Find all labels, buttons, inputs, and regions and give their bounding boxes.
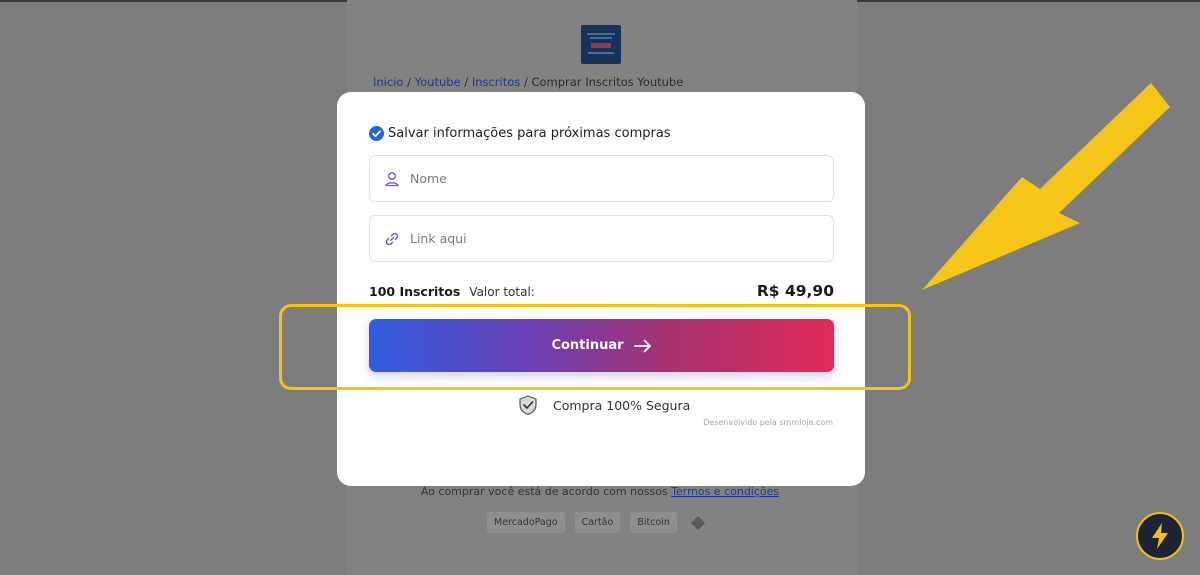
total-label: Valor total: <box>469 285 535 299</box>
quantity-label: 100 Inscritos <box>369 284 461 299</box>
link-icon <box>385 232 399 245</box>
lightning-bolt-icon <box>1152 523 1168 549</box>
payment-cartao: Cartão <box>574 512 621 533</box>
order-summary: 100 Inscritos Valor total: R$ 49,90 <box>369 282 834 300</box>
highlight-box <box>279 304 911 390</box>
developer-credit: Desenvolvido pela smmloja.com <box>703 418 833 427</box>
floating-action-button[interactable] <box>1136 512 1184 560</box>
link-input[interactable] <box>410 231 810 246</box>
terms-link[interactable]: Termos e condições <box>671 485 779 498</box>
secure-label: Compra 100% Segura <box>553 397 691 413</box>
save-info-checkbox[interactable]: Salvar informações para próximas compras <box>369 126 671 141</box>
check-circle-icon[interactable] <box>369 126 384 141</box>
name-input[interactable] <box>410 171 810 186</box>
breadcrumb-link-inicio[interactable]: Inicio <box>373 75 403 89</box>
total-price: R$ 49,90 <box>756 282 834 300</box>
payment-mercadopago: MercadoPago <box>487 512 565 533</box>
shield-check-icon <box>519 395 537 416</box>
payment-methods: MercadoPago Cartão Bitcoin <box>487 512 705 533</box>
name-field[interactable] <box>369 155 834 202</box>
payment-bitcoin: Bitcoin <box>630 512 677 533</box>
breadcrumb-link-youtube[interactable]: Youtube <box>415 75 461 89</box>
diamond-icon <box>690 515 705 530</box>
breadcrumb-separator: / <box>464 75 469 89</box>
breadcrumb-separator: / <box>407 75 411 89</box>
breadcrumb-link-inscritos[interactable]: Inscritos <box>472 75 520 89</box>
user-icon <box>385 171 399 186</box>
site-logo <box>581 25 621 64</box>
link-field[interactable] <box>369 215 834 262</box>
breadcrumb-separator: / <box>523 75 528 89</box>
secure-purchase-badge: Compra 100% Segura <box>517 394 690 416</box>
pointer-arrow-icon <box>922 83 1170 290</box>
terms-prefix: Ao comprar você está de acordo com nosso… <box>420 485 668 498</box>
save-info-label: Salvar informações para próximas compras <box>388 126 671 141</box>
breadcrumb: Inicio / Youtube / Inscritos / Comprar I… <box>373 75 683 89</box>
checkout-modal: Salvar informações para próximas compras… <box>337 92 865 486</box>
terms-notice: Ao comprar você está de acordo com nosso… <box>0 485 1200 498</box>
breadcrumb-current: Comprar Inscritos Youtube <box>531 75 684 89</box>
